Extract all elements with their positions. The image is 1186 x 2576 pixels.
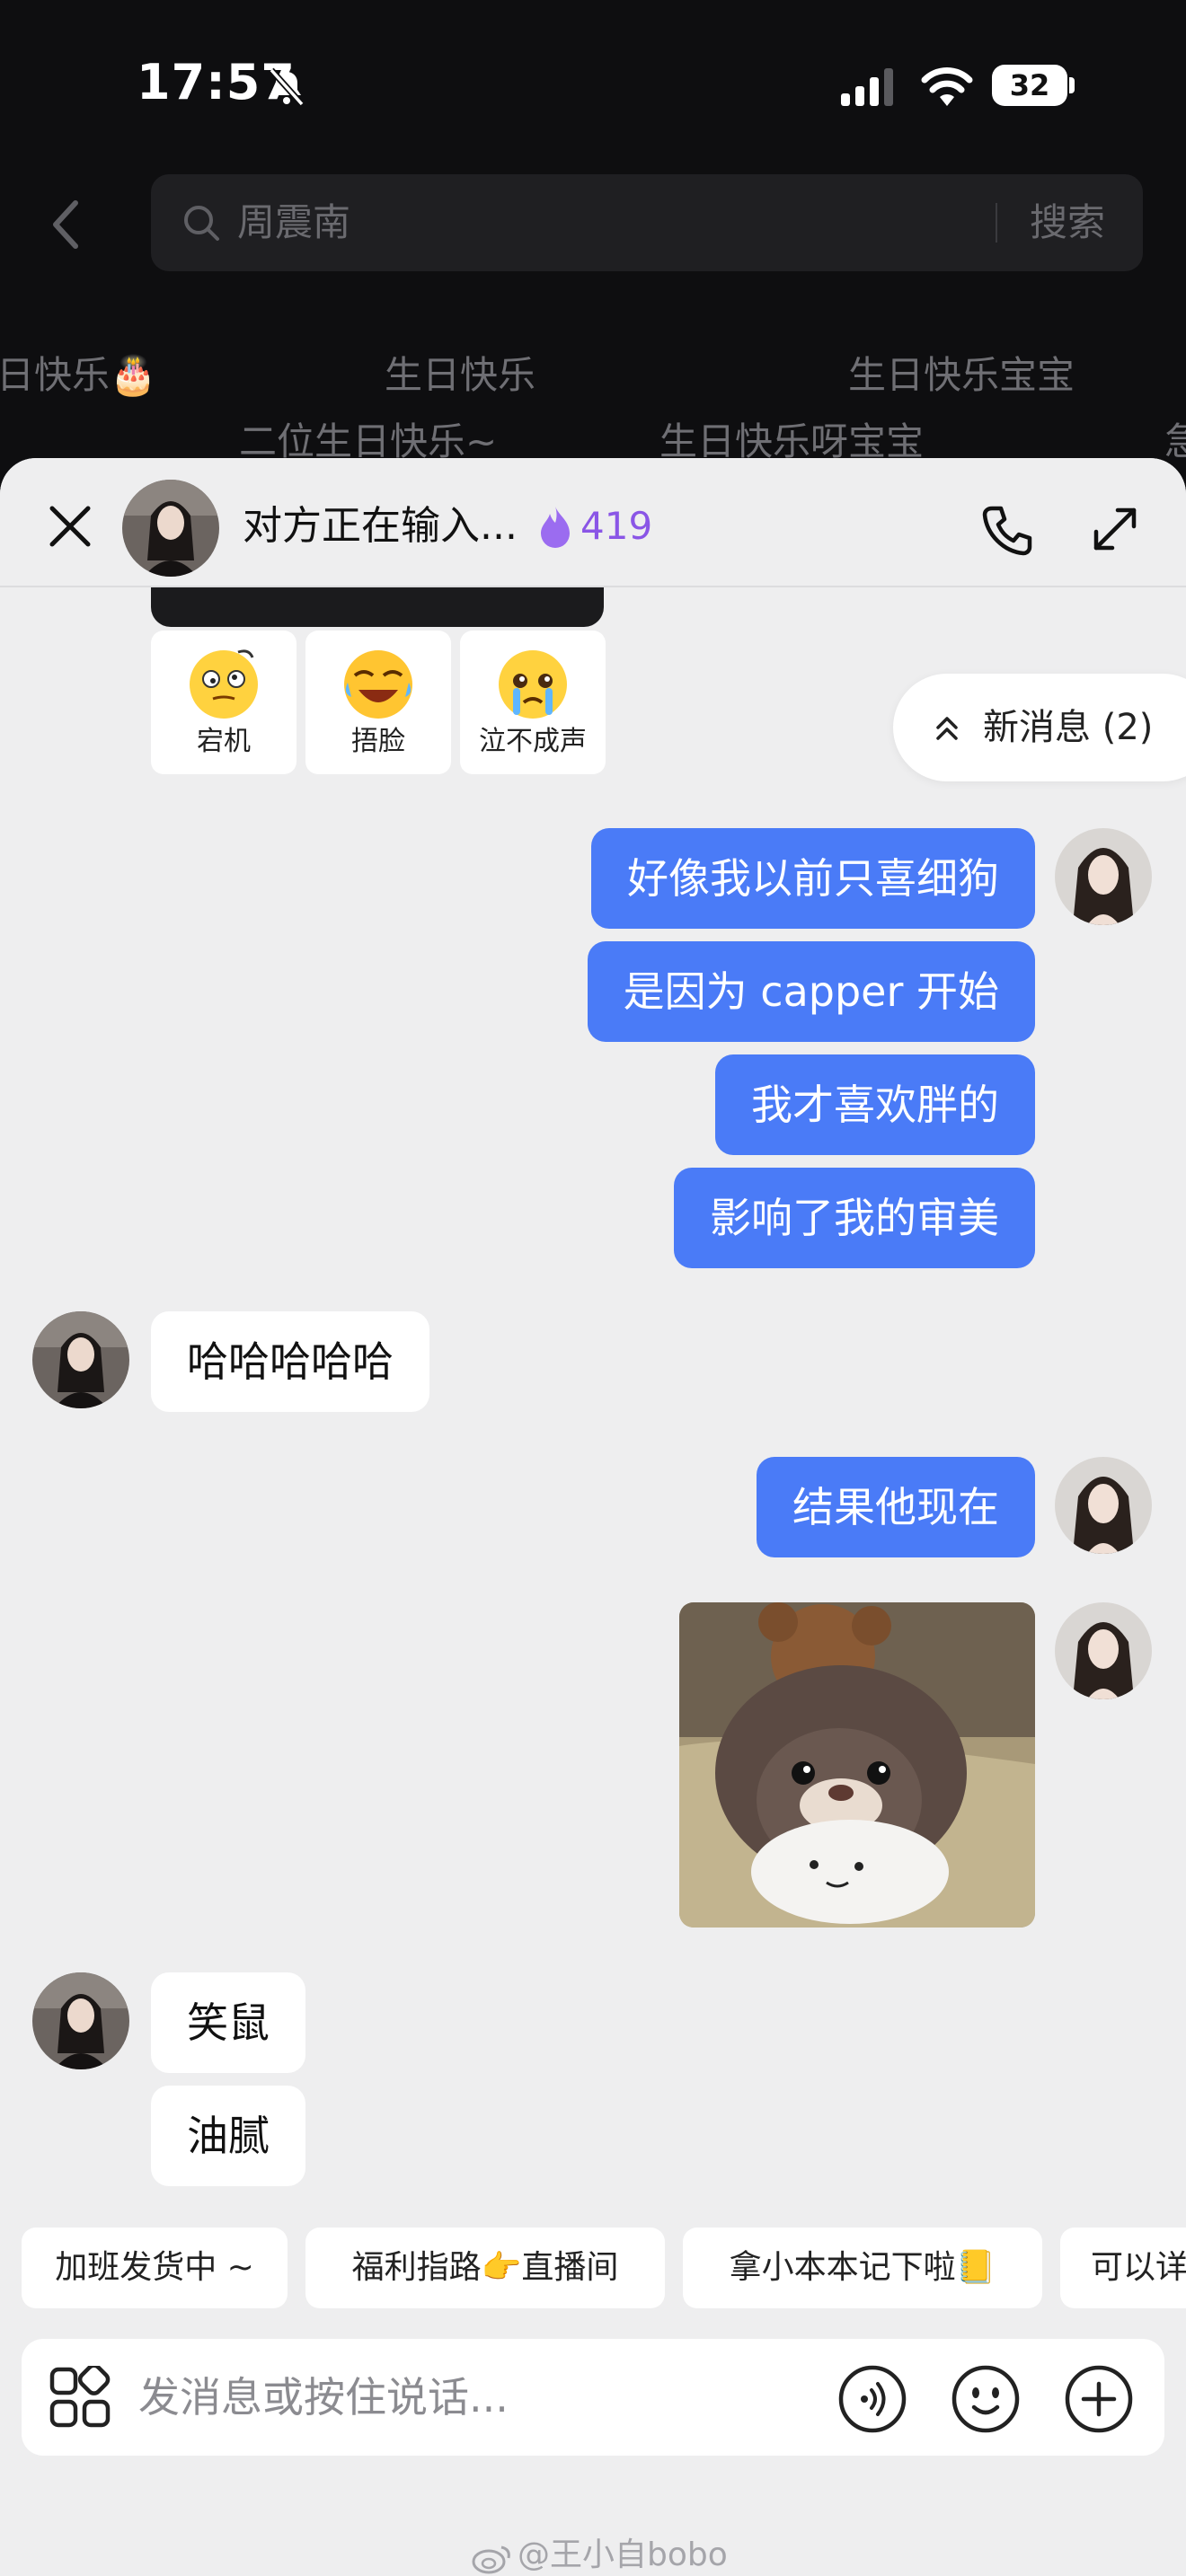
- new-messages-button[interactable]: 新消息 (2): [893, 674, 1186, 781]
- laughing-tears-face-icon: [344, 650, 412, 719]
- chat-sheet: 对方正在输入... 419 宕机 捂脸 泣不成声 新消息 (2) 好像我以前只喜…: [0, 458, 1186, 2576]
- search-icon: [184, 206, 219, 241]
- suggestion-chip[interactable]: 生日快乐宝宝: [848, 350, 1075, 401]
- streak-count: 419: [580, 504, 653, 548]
- message-bubble-outgoing[interactable]: 是因为 capper 开始: [587, 941, 1035, 1042]
- message-input[interactable]: [138, 2357, 821, 2438]
- chat-title: 对方正在输入...: [243, 503, 518, 549]
- sticker-label: 泣不成声: [479, 726, 587, 757]
- cellular-signal-icon: [841, 68, 893, 106]
- message-bubble-incoming[interactable]: 哈哈哈哈哈: [151, 1311, 429, 1412]
- sticker-card[interactable]: 捂脸: [305, 631, 451, 774]
- message-bubble-incoming[interactable]: 笑鼠: [151, 1972, 305, 2073]
- message-bubble-outgoing[interactable]: 结果他现在: [757, 1457, 1035, 1557]
- battery-indicator: 32: [992, 65, 1075, 106]
- contact-avatar[interactable]: [32, 1311, 129, 1408]
- wifi-icon: [921, 67, 973, 106]
- otter-sticker-image[interactable]: [679, 1602, 1035, 1928]
- watermark-text: @王小自bobo: [518, 2536, 728, 2573]
- silent-bell-icon: [269, 67, 305, 107]
- quick-reply-row: 加班发货中 ~ 福利指路👉直播间 拿小本本记下啦📒 可以详: [0, 2228, 1186, 2310]
- streak-flame-icon: [541, 507, 570, 548]
- quick-reply-chip[interactable]: 福利指路👉直播间: [305, 2228, 665, 2308]
- back-arrow-icon[interactable]: [43, 198, 88, 251]
- weibo-logo-icon: [472, 2545, 510, 2574]
- expand-icon[interactable]: [1091, 505, 1139, 553]
- message-bubble-outgoing[interactable]: 我才喜欢胖的: [715, 1054, 1035, 1155]
- contact-avatar[interactable]: [122, 480, 219, 577]
- search-button[interactable]: 搜索: [1030, 196, 1105, 250]
- plus-icon[interactable]: [1064, 2364, 1134, 2434]
- suggestion-chip[interactable]: 生日快乐: [385, 350, 535, 401]
- my-avatar[interactable]: [1055, 1457, 1152, 1554]
- message-bubble-outgoing[interactable]: 好像我以前只喜细狗: [591, 828, 1035, 929]
- message-bubble-outgoing[interactable]: 影响了我的审美: [674, 1168, 1035, 1268]
- battery-level: 32: [1009, 68, 1050, 102]
- message-bubble-incoming[interactable]: 油腻: [151, 2086, 305, 2186]
- previous-image-message[interactable]: [151, 584, 604, 627]
- contact-avatar[interactable]: [32, 1972, 129, 2069]
- close-icon[interactable]: [47, 503, 93, 550]
- suggestion-chip[interactable]: 日快乐🎂: [0, 350, 156, 401]
- search-divider: [996, 203, 997, 243]
- phone-call-icon[interactable]: [979, 503, 1035, 559]
- double-chevron-up-icon: [936, 717, 958, 740]
- voice-icon[interactable]: [837, 2364, 907, 2434]
- emoji-icon[interactable]: [951, 2364, 1021, 2434]
- chat-header: 对方正在输入... 419: [0, 458, 1186, 587]
- search-bar[interactable]: 周震南 搜索: [151, 174, 1143, 271]
- sticker-label: 宕机: [197, 726, 251, 757]
- message-input-bar: [22, 2339, 1164, 2456]
- background-screen: 17:57 32 周震南 搜索 日快乐🎂 生日快乐 生日快乐宝宝 二位生日快乐~: [0, 0, 1186, 485]
- apps-grid-icon[interactable]: [49, 2366, 111, 2429]
- quick-reply-chip[interactable]: 加班发货中 ~: [22, 2228, 288, 2308]
- dizzy-face-icon: [190, 649, 258, 719]
- new-messages-label: 新消息 (2): [983, 707, 1154, 748]
- sticker-card[interactable]: 宕机: [151, 631, 296, 774]
- my-avatar[interactable]: [1055, 828, 1152, 925]
- sticker-label: 捂脸: [351, 726, 405, 757]
- sticker-card[interactable]: 泣不成声: [460, 631, 606, 774]
- search-query[interactable]: 周震南: [237, 196, 350, 250]
- quick-reply-chip[interactable]: 可以详: [1060, 2228, 1186, 2308]
- crying-face-icon: [499, 650, 567, 719]
- quick-reply-chip[interactable]: 拿小本本记下啦📒: [683, 2228, 1042, 2308]
- my-avatar[interactable]: [1055, 1602, 1152, 1699]
